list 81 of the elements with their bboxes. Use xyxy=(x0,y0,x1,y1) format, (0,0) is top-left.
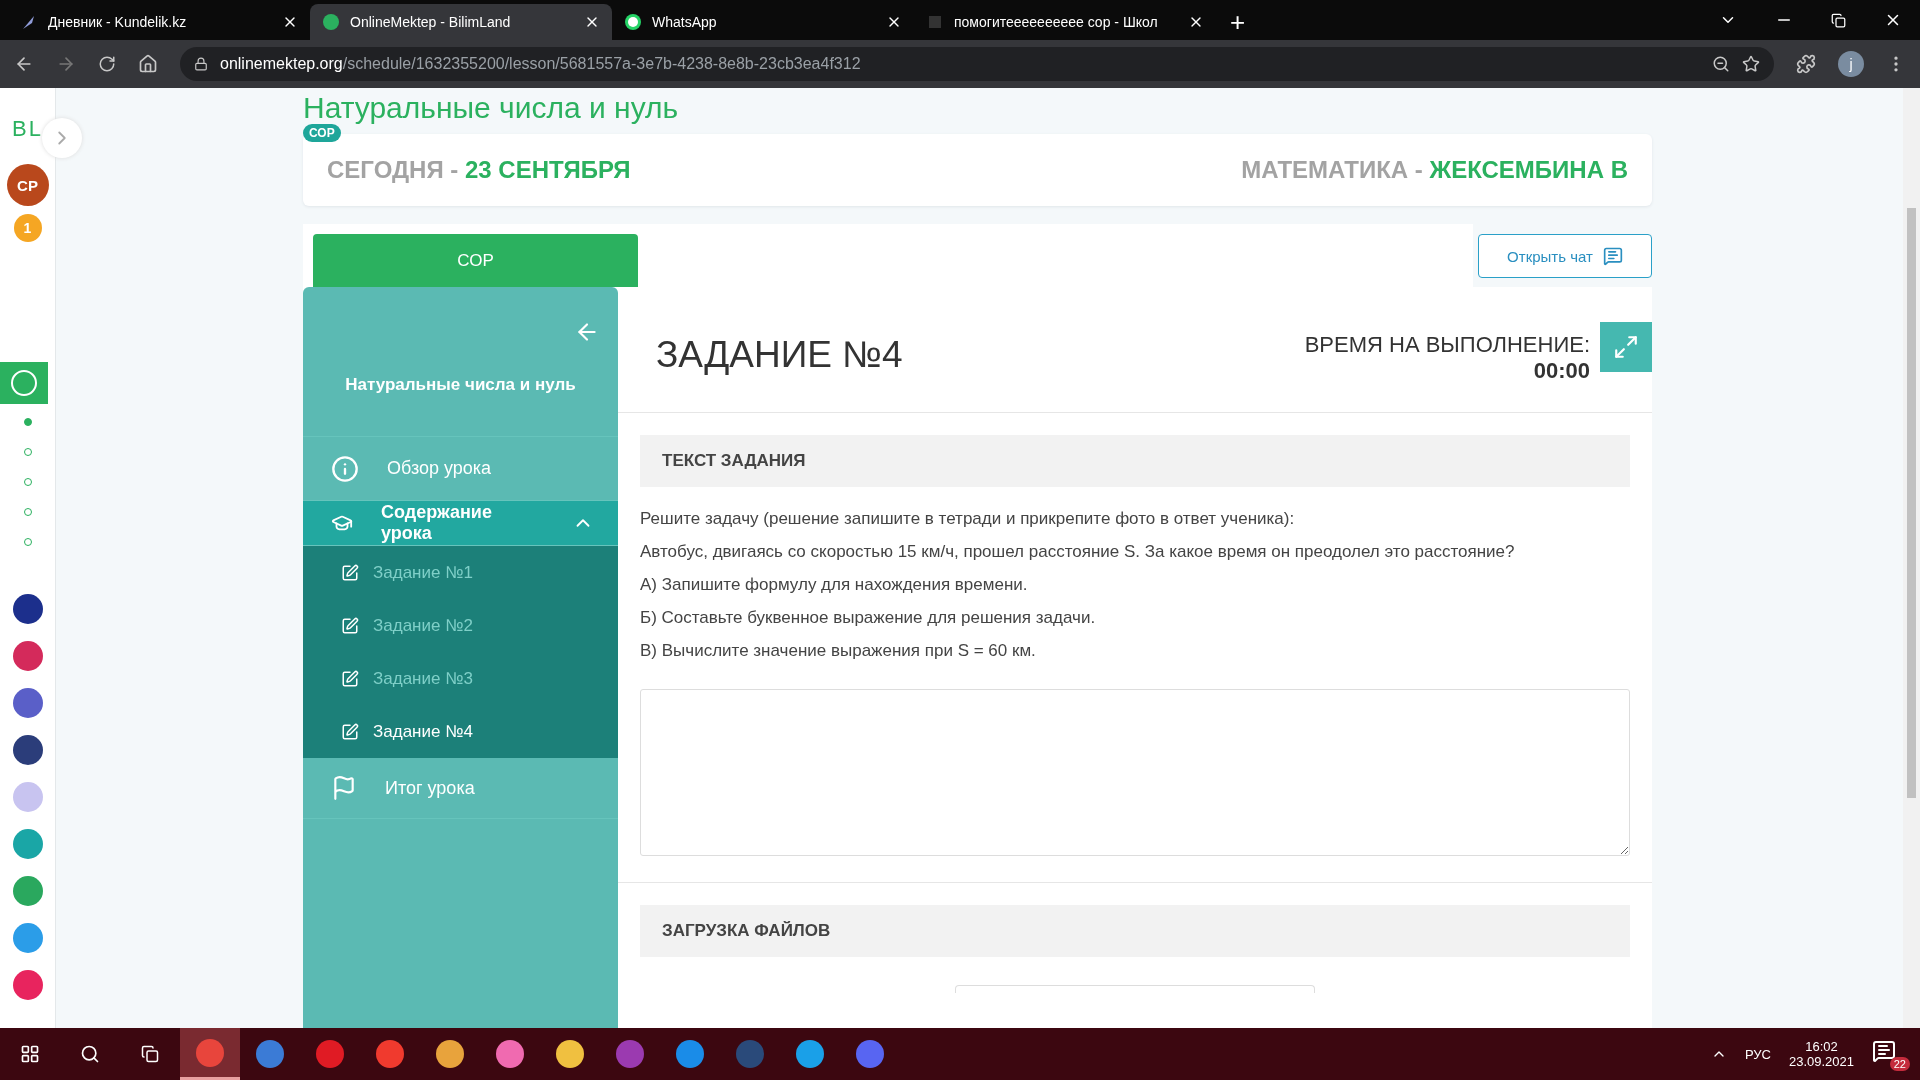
task-link[interactable]: Задание №4 xyxy=(303,705,618,758)
info-icon xyxy=(331,454,359,483)
search-icon xyxy=(80,1044,100,1064)
url-text: onlinemektep.org/schedule/1632355200/lesson/5681557a-3e7b-4238-8e8b-23cb3ea4f312 xyxy=(220,55,861,73)
date-text: СЕГОДНЯ - 23 СЕНТЯБРЯ xyxy=(327,156,631,184)
extensions-icon[interactable] xyxy=(1796,54,1816,74)
app-logo-icon[interactable] xyxy=(12,688,43,718)
home-icon[interactable] xyxy=(138,54,158,74)
task-text: Решите задачу (решение запишите в тетради и прикрепите фото в ответ ученика): xyxy=(640,508,1296,530)
timer-value: 00:00 xyxy=(1533,358,1590,384)
lock-icon xyxy=(194,57,208,71)
browser-tab[interactable]: помогитееееееееее сор - Школ xyxy=(914,4,1216,40)
flag-icon xyxy=(331,775,357,801)
reload-icon[interactable] xyxy=(98,55,116,73)
step-dot[interactable] xyxy=(23,508,32,516)
app-logo-icon[interactable] xyxy=(12,735,43,765)
chat-icon xyxy=(1602,246,1623,266)
step-dot[interactable] xyxy=(23,478,32,486)
task-title: ЗАДАНИЕ №4 xyxy=(656,334,903,376)
edit-icon xyxy=(341,722,359,741)
lesson-title: Натуральные числа и нуль xyxy=(303,90,680,126)
scrollbar[interactable] xyxy=(1903,88,1920,1028)
open-chat-button[interactable]: Открыть чат xyxy=(1478,234,1652,278)
task-link[interactable]: Задание №1 xyxy=(303,546,618,599)
edit-icon xyxy=(341,669,359,688)
task-link[interactable]: Задание №2 xyxy=(303,599,618,652)
step-dot[interactable] xyxy=(23,418,32,426)
notification-icon xyxy=(1872,1039,1896,1063)
new-tab-button[interactable]: + xyxy=(1216,4,1260,40)
notification-badge: 1 xyxy=(13,214,42,242)
chat-bubble-icon xyxy=(624,13,642,31)
browser-tab[interactable]: Дневник - Kundelik.kz xyxy=(8,4,310,40)
app-icon xyxy=(616,1040,644,1068)
edit-icon xyxy=(341,616,359,635)
app-icon xyxy=(496,1040,524,1068)
step-dot[interactable] xyxy=(23,538,32,546)
windows-logo-icon xyxy=(20,1044,40,1064)
edit-icon xyxy=(341,563,359,582)
site-logo[interactable]: BL xyxy=(12,116,43,142)
user-avatar[interactable]: CP xyxy=(6,164,49,206)
active-app-button[interactable] xyxy=(0,362,48,404)
browser-tab[interactable]: WhatsApp xyxy=(612,4,914,40)
clock[interactable]: 16:02 23.09.2021 xyxy=(1788,1039,1854,1069)
app-icon xyxy=(196,1038,224,1067)
timer-label: ВРЕМЯ НА ВЫПОЛНЕНИЕ: xyxy=(1304,332,1590,358)
site-logo-icon xyxy=(926,13,944,31)
zoom-icon[interactable] xyxy=(1712,55,1730,73)
app-icon xyxy=(316,1040,344,1068)
lesson-tab[interactable]: СОР xyxy=(313,234,638,287)
task-text: В) Вычислите значение выражения при S = 60 км. xyxy=(640,640,1037,662)
app-logo-icon[interactable] xyxy=(12,641,43,671)
sidebar-item[interactable]: Содержание урока xyxy=(303,501,618,546)
app-icon xyxy=(556,1040,584,1068)
app-icon xyxy=(796,1040,824,1068)
subject-text: МАТЕМАТИКА - ЖЕКСЕМБИНА В xyxy=(1241,156,1628,184)
sidebar-title: Натуральные числа и нуль xyxy=(344,375,577,395)
section-heading: ЗАГРУЗКА ФАЙЛОВ xyxy=(640,905,1630,957)
task-view-icon xyxy=(141,1045,159,1063)
task-text: А) Запишите формулу для нахождения времени. xyxy=(640,574,1029,596)
app-icon xyxy=(256,1040,284,1068)
site-logo-icon xyxy=(322,13,340,31)
profile-avatar[interactable]: j xyxy=(1838,51,1864,77)
app-icon xyxy=(676,1040,704,1068)
badge: СОР xyxy=(303,124,341,142)
step-dot[interactable] xyxy=(23,448,32,456)
app-icon xyxy=(856,1040,884,1068)
bookmark-star-icon[interactable] xyxy=(1742,55,1760,73)
app-icon xyxy=(736,1040,764,1068)
language-indicator[interactable]: РУС xyxy=(1744,1046,1771,1062)
task-text: Б) Составьте буквенное выражение для решения задачи. xyxy=(640,607,1097,629)
section-heading: ТЕКСТ ЗАДАНИЯ xyxy=(640,435,1630,487)
taskbar-app[interactable] xyxy=(180,1028,240,1080)
address-bar[interactable]: onlinemektep.org/schedule/1632355200/lesson/5681557a-3e7b-4238-8e8b-23cb3ea4f312 xyxy=(180,47,1774,81)
fullscreen-icon xyxy=(1613,334,1639,360)
restore-icon[interactable] xyxy=(1831,12,1846,28)
task-link[interactable]: Задание №3 xyxy=(303,652,618,705)
app-icon xyxy=(376,1040,404,1068)
app-icon xyxy=(436,1040,464,1068)
task-text: Автобус, двигаясь со скоростью 15 км/ч, прошел расстояние S. За какое время он преодолел это расстояние? xyxy=(640,541,1516,563)
app-logo-icon[interactable] xyxy=(12,594,43,624)
browser-tab[interactable]: OnlineMektep - BilimLand xyxy=(310,4,612,40)
